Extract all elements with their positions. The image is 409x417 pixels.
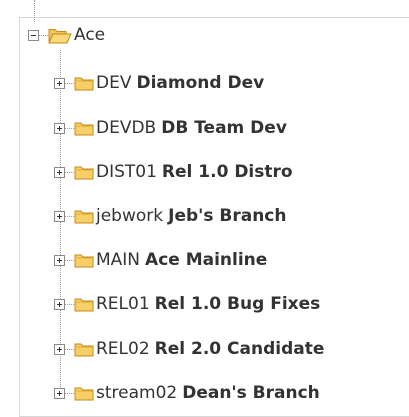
tree-connector xyxy=(39,34,48,36)
tree-item[interactable]: DEVDB DB Team Dev xyxy=(54,116,287,140)
folder-icon xyxy=(74,298,94,312)
tree-root-label[interactable]: Ace xyxy=(74,23,105,47)
stream-description: Diamond Dev xyxy=(136,73,265,93)
stream-name: MAIN xyxy=(96,250,141,270)
tree-root-node[interactable]: Ace xyxy=(28,23,105,47)
tree-connector xyxy=(65,215,74,217)
tree-connector-top xyxy=(34,0,35,22)
tree-item-label[interactable]: DIST01 Rel 1.0 Distro xyxy=(96,160,293,184)
tree-item[interactable]: MAIN Ace Mainline xyxy=(54,248,267,272)
tree-item[interactable]: REL02 Rel 2.0 Candidate xyxy=(54,337,324,361)
folder-icon xyxy=(74,254,94,268)
tree-connector xyxy=(65,259,74,261)
stream-name: REL02 xyxy=(96,339,150,359)
stream-name: stream02 xyxy=(96,383,178,403)
expand-icon[interactable] xyxy=(54,387,65,399)
tree-connector xyxy=(65,82,74,84)
tree-item-label[interactable]: DEV Diamond Dev xyxy=(96,71,264,95)
tree-item[interactable]: stream02 Dean's Branch xyxy=(54,381,320,405)
tree-item[interactable]: DIST01 Rel 1.0 Distro xyxy=(54,160,293,184)
tree-item-label[interactable]: DEVDB DB Team Dev xyxy=(96,116,287,140)
tree-connector xyxy=(65,127,74,129)
tree-connector xyxy=(65,303,74,305)
folder-icon xyxy=(74,387,94,401)
collapse-icon[interactable] xyxy=(28,29,39,41)
stream-name: DEVDB xyxy=(96,118,157,138)
expand-icon[interactable] xyxy=(54,210,65,222)
expand-icon[interactable] xyxy=(54,298,65,310)
folder-icon xyxy=(74,343,94,357)
expand-icon[interactable] xyxy=(54,343,65,355)
expand-icon[interactable] xyxy=(54,77,65,89)
stream-description: DB Team Dev xyxy=(161,118,287,138)
stream-name: REL01 xyxy=(96,294,150,314)
tree-item[interactable]: REL01 Rel 1.0 Bug Fixes xyxy=(54,292,320,316)
tree-connector xyxy=(65,348,74,350)
expand-icon[interactable] xyxy=(54,166,65,178)
tree-item-label[interactable]: jebwork Jeb's Branch xyxy=(96,204,287,228)
stream-description: Rel 1.0 Distro xyxy=(161,162,293,182)
tree-item-label[interactable]: REL01 Rel 1.0 Bug Fixes xyxy=(96,292,320,316)
stream-name: DEV xyxy=(96,73,132,93)
stream-description: Rel 1.0 Bug Fixes xyxy=(154,294,321,314)
tree-connector xyxy=(65,171,74,173)
stream-description: Ace Mainline xyxy=(145,250,268,270)
stream-name: jebwork xyxy=(96,206,164,226)
stream-description: Rel 2.0 Candidate xyxy=(154,339,325,359)
folder-icon xyxy=(74,166,94,180)
stream-description: Jeb's Branch xyxy=(168,206,287,226)
tree-item-label[interactable]: MAIN Ace Mainline xyxy=(96,248,267,272)
tree-item[interactable]: jebwork Jeb's Branch xyxy=(54,204,287,228)
folder-icon xyxy=(74,210,94,224)
tree-item-label[interactable]: stream02 Dean's Branch xyxy=(96,381,320,405)
stream-name: DIST01 xyxy=(96,162,157,182)
tree-connector xyxy=(65,392,74,394)
folder-icon xyxy=(74,77,94,91)
folder-open-icon xyxy=(48,28,72,43)
stream-description: Dean's Branch xyxy=(182,383,320,403)
tree-item-label[interactable]: REL02 Rel 2.0 Candidate xyxy=(96,337,324,361)
expand-icon[interactable] xyxy=(54,122,65,134)
tree-item[interactable]: DEV Diamond Dev xyxy=(54,71,264,95)
folder-icon xyxy=(74,122,94,136)
expand-icon[interactable] xyxy=(54,254,65,266)
